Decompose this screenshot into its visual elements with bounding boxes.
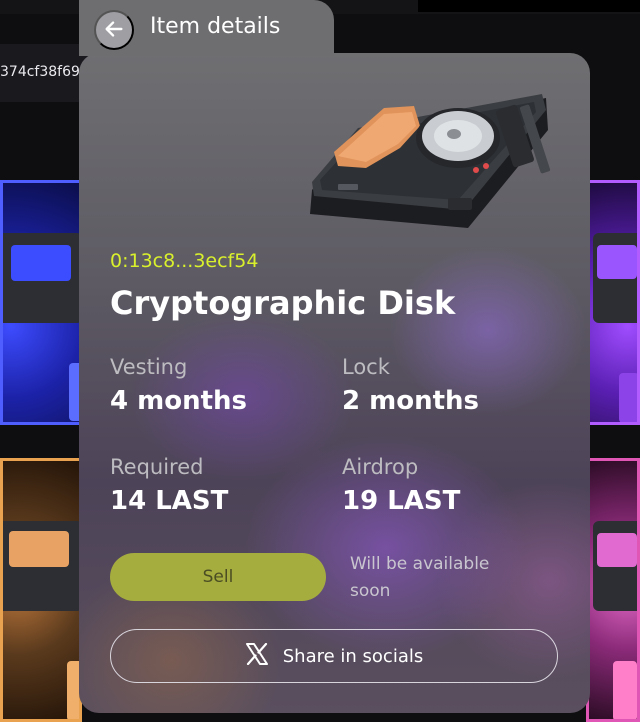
stat-label-airdrop: Airdrop xyxy=(342,455,419,479)
item-image xyxy=(308,86,554,234)
share-in-socials-button[interactable]: Share in socials xyxy=(110,629,558,683)
back-button[interactable] xyxy=(94,10,134,50)
background-item-card-purple[interactable] xyxy=(586,180,640,425)
background-topbar-right xyxy=(418,0,640,12)
background-item-card-blue[interactable] xyxy=(0,180,82,425)
share-label: Share in socials xyxy=(282,645,424,667)
item-name: Cryptographic Disk xyxy=(110,284,456,322)
stat-label-lock: Lock xyxy=(342,355,390,379)
stat-value-airdrop: 19 LAST xyxy=(342,486,461,516)
stat-value-lock: 2 months xyxy=(342,386,480,416)
item-id: 0:13c8...3ecf54 xyxy=(110,250,259,272)
sell-button[interactable]: Sell xyxy=(110,553,326,601)
background-wallet-address: 374cf38f69 xyxy=(0,64,80,80)
stat-value-required: 14 LAST xyxy=(110,486,229,516)
modal-title: Item details xyxy=(150,14,281,39)
arrow-left-icon xyxy=(103,18,125,43)
stat-label-vesting: Vesting xyxy=(110,355,188,379)
sell-availability-note: Will be available soon xyxy=(350,554,490,601)
stat-label-required: Required xyxy=(110,455,204,479)
x-logo-icon xyxy=(245,642,269,669)
background-item-card-pink[interactable] xyxy=(586,458,640,722)
stat-value-vesting: 4 months xyxy=(110,386,248,416)
background-item-card-orange[interactable] xyxy=(0,458,82,722)
